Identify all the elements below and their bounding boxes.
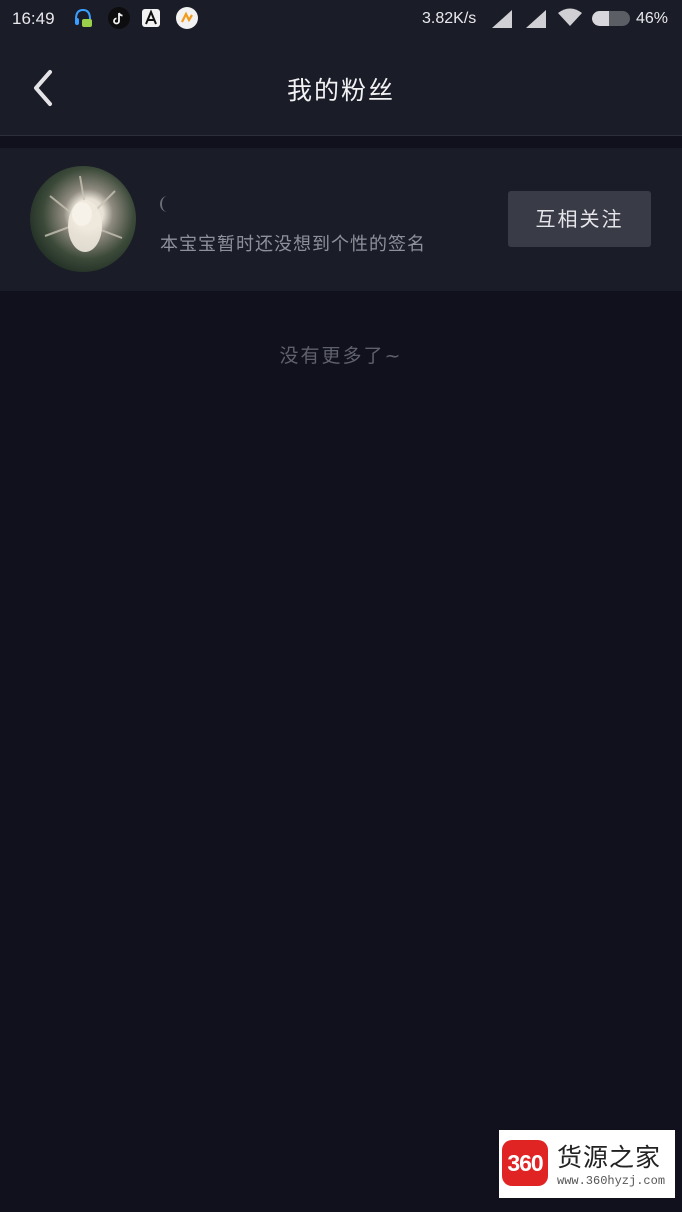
fan-list-item[interactable]: 本宝宝暂时还没想到个性的签名 互相关注 <box>0 148 682 291</box>
navigation-bar: 我的粉丝 <box>0 38 682 136</box>
watermark-title: 货源之家 <box>557 1143 662 1172</box>
orange-app-icon <box>176 7 198 29</box>
a-app-icon <box>142 9 160 27</box>
battery-percent: 46% <box>636 10 669 27</box>
mutual-follow-button[interactable]: 互相关注 <box>508 191 651 247</box>
battery-icon <box>592 11 630 26</box>
avatar[interactable] <box>30 166 136 272</box>
signal-icon <box>492 10 512 28</box>
tiktok-app-icon <box>108 7 130 29</box>
page-title: 我的粉丝 <box>286 76 395 105</box>
wifi-icon <box>558 8 582 26</box>
fan-name-loading-icon <box>160 196 174 212</box>
watermark: 360 货源之家 www.360hyzj.com <box>499 1130 675 1198</box>
watermark-url: www.360hyzj.com <box>557 1174 666 1188</box>
status-bar: 16:49 3.82K/s 46% <box>0 0 682 38</box>
watermark-logo: 360 <box>502 1140 548 1186</box>
avatar-image <box>44 175 123 252</box>
fan-signature: 本宝宝暂时还没想到个性的签名 <box>160 234 426 255</box>
status-time: 16:49 <box>12 9 55 28</box>
battery-fill <box>592 11 610 26</box>
signal-icon <box>526 10 546 28</box>
no-more-text: 没有更多了~ <box>279 345 403 367</box>
network-speed: 3.82K/s <box>422 10 477 27</box>
headset-chat-app-icon <box>72 7 94 29</box>
